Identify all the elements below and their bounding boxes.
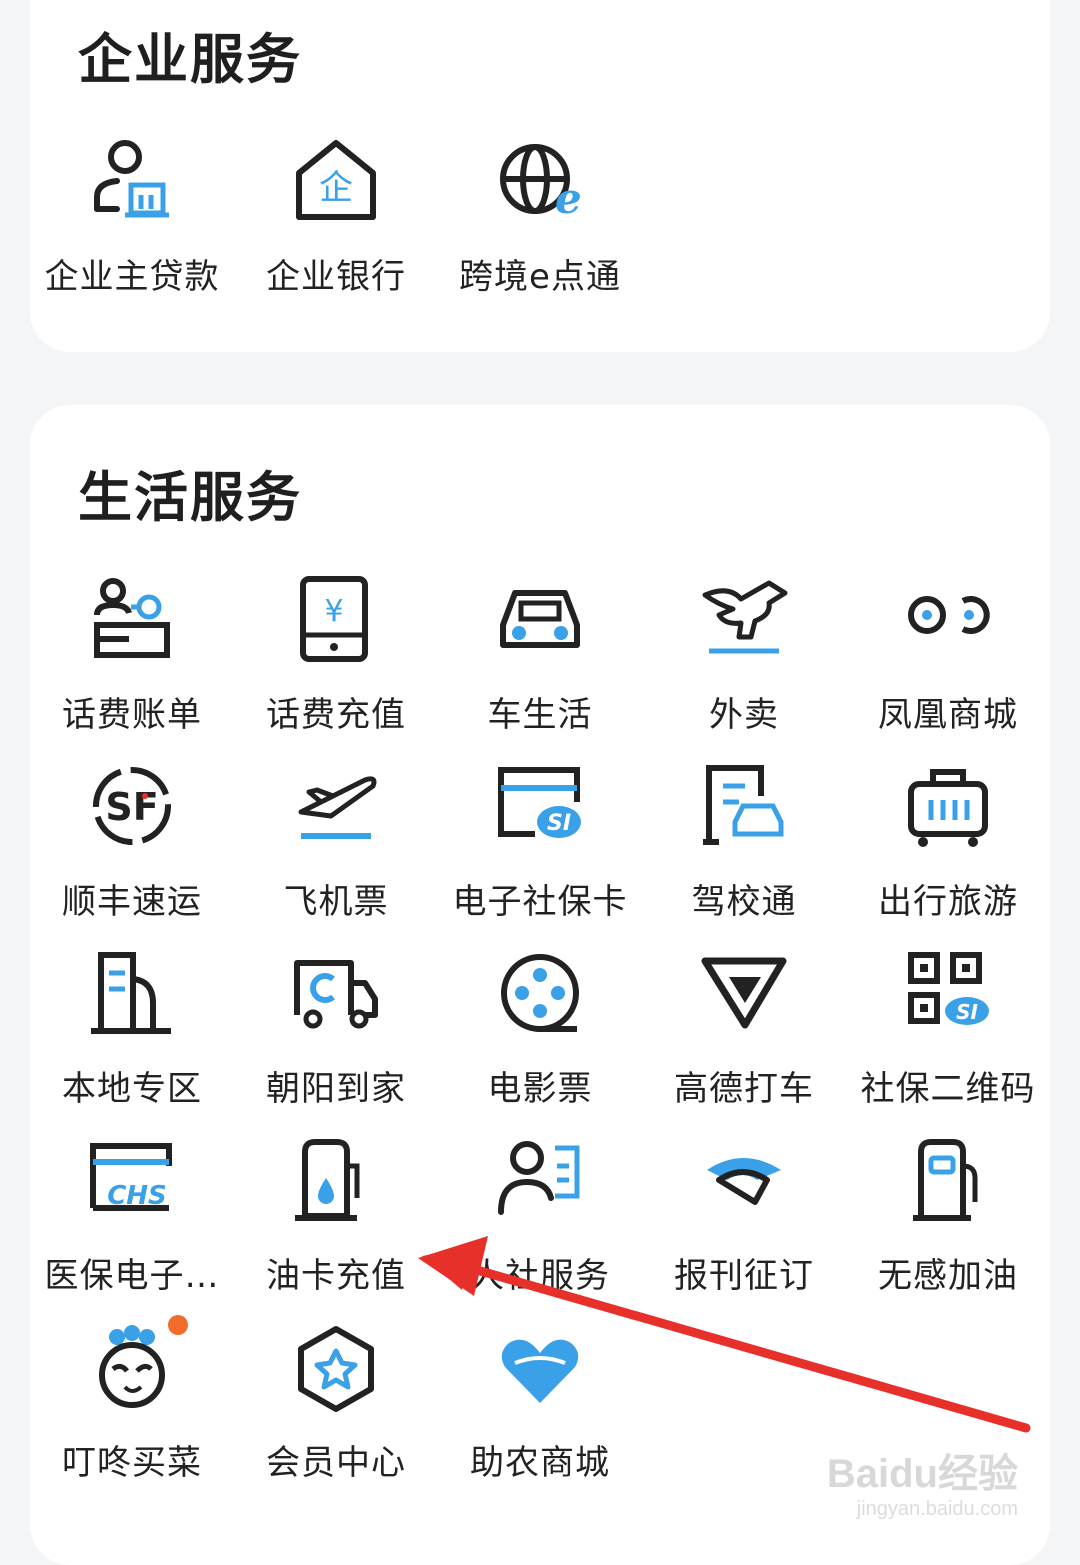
watermark-brand: Baidu经验	[826, 1452, 1018, 1496]
building-icon	[87, 949, 177, 1039]
delivery-truck-icon	[291, 949, 381, 1039]
service-item-air-ticket[interactable]: 飞机票	[234, 762, 438, 932]
service-item-e-social-card[interactable]: SI 电子社保卡	[438, 762, 642, 932]
service-label: 医保电子…	[44, 1256, 220, 1296]
svg-text:e: e	[555, 174, 582, 223]
service-item-phone-topup[interactable]: ¥ 话费充值	[234, 575, 438, 745]
luggage-icon	[903, 762, 993, 852]
service-label: 电影票	[487, 1069, 593, 1109]
section-title: 生活服务	[78, 466, 302, 529]
service-item-cross-border[interactable]: e 跨境e点通	[438, 137, 642, 307]
service-label: 企业银行	[266, 257, 406, 297]
gas-pump-icon	[903, 1136, 993, 1226]
enterprise-services-card: 企业服务 企业主贷款 企 企业银行 e 跨境e点通	[30, 0, 1050, 352]
enterprise-bank-icon: 企	[291, 137, 381, 227]
life-services-card: 生活服务 话费账单 ¥ 话费充值 车生活 外卖 凤凰商城 SF 顺丰速运 飞机票…	[30, 405, 1050, 1565]
driving-school-icon	[699, 762, 789, 852]
svg-text:SI: SI	[547, 811, 571, 836]
service-item-chaoyang-home[interactable]: 朝阳到家	[234, 949, 438, 1119]
fuel-card-icon	[291, 1136, 381, 1226]
service-item-dingdong[interactable]: 叮咚买菜	[30, 1315, 234, 1493]
service-label: 报刊征订	[674, 1256, 814, 1296]
service-item-agri-mall[interactable]: 助农商城	[438, 1323, 642, 1493]
service-label: 顺丰速运	[62, 882, 202, 922]
svg-text:SI: SI	[956, 1000, 978, 1024]
service-item-newspaper[interactable]: 报刊征订	[642, 1136, 846, 1306]
loan-icon	[87, 137, 177, 227]
service-item-movie-ticket[interactable]: 电影票	[438, 949, 642, 1119]
car-icon	[495, 575, 585, 665]
phoenix-mall-icon	[903, 575, 993, 665]
service-item-auto-refuel[interactable]: 无感加油	[846, 1136, 1050, 1306]
service-label: 话费账单	[62, 695, 202, 735]
service-label: 跨境e点通	[459, 257, 621, 297]
service-label: 朝阳到家	[266, 1069, 406, 1109]
watermark-url: jingyan.baidu.com	[856, 1498, 1018, 1520]
svg-text:SF: SF	[105, 785, 158, 829]
newspaper-icon	[699, 1136, 789, 1226]
airplane-icon	[291, 762, 381, 852]
service-label: 企业主贷款	[44, 257, 220, 297]
service-label: 会员中心	[266, 1443, 406, 1483]
service-label: 飞机票	[283, 882, 389, 922]
member-star-icon	[291, 1323, 381, 1413]
takeout-icon	[699, 575, 789, 665]
service-item-phone-bill[interactable]: 话费账单	[30, 575, 234, 745]
service-item-enterprise-bank[interactable]: 企 企业银行	[234, 137, 438, 307]
sf-express-icon: SF	[87, 762, 177, 852]
notification-badge	[168, 1315, 188, 1335]
phone-bill-icon	[87, 575, 177, 665]
service-label: 出行旅游	[878, 882, 1018, 922]
service-label: 油卡充值	[266, 1256, 406, 1296]
service-item-enterprise-loan[interactable]: 企业主贷款	[30, 137, 234, 307]
svg-text:企: 企	[319, 168, 353, 208]
service-label: 车生活	[487, 695, 593, 735]
dingdong-icon	[87, 1323, 177, 1413]
service-label: 外卖	[709, 695, 779, 735]
service-label: 话费充值	[266, 695, 406, 735]
phone-topup-icon: ¥	[291, 575, 381, 665]
service-label: 本地专区	[62, 1069, 202, 1109]
qr-code-icon: SI	[903, 949, 993, 1039]
service-label: 叮咚买菜	[62, 1443, 202, 1483]
service-item-amap-taxi[interactable]: 高德打车	[642, 949, 846, 1119]
service-item-fuel-card[interactable]: 油卡充值	[234, 1136, 438, 1306]
service-item-local-zone[interactable]: 本地专区	[30, 949, 234, 1119]
film-reel-icon	[495, 949, 585, 1039]
social-security-card-icon: SI	[495, 762, 585, 852]
service-label: 凤凰商城	[878, 695, 1018, 735]
service-item-member-center[interactable]: 会员中心	[234, 1323, 438, 1493]
service-label: 无感加油	[878, 1256, 1018, 1296]
svg-text:¥: ¥	[324, 594, 343, 629]
service-item-takeout[interactable]: 外卖	[642, 575, 846, 745]
medical-insurance-card-icon: CHS	[87, 1136, 177, 1226]
service-label: 电子社保卡	[452, 882, 628, 922]
service-item-phoenix-mall[interactable]: 凤凰商城	[846, 575, 1050, 745]
service-label: 高德打车	[674, 1069, 814, 1109]
service-item-car-life[interactable]: 车生活	[438, 575, 642, 745]
hr-service-icon	[495, 1136, 585, 1226]
service-label: 人社服务	[470, 1256, 610, 1296]
service-label: 驾校通	[691, 882, 797, 922]
amap-taxi-icon	[699, 949, 789, 1039]
service-item-sf-express[interactable]: SF 顺丰速运	[30, 762, 234, 932]
heart-hands-icon	[495, 1323, 585, 1413]
service-item-hr-service[interactable]: 人社服务	[438, 1136, 642, 1306]
service-item-medical-card[interactable]: CHS 医保电子…	[30, 1136, 234, 1306]
cross-border-icon: e	[495, 137, 585, 227]
service-label: 助农商城	[470, 1443, 610, 1483]
service-item-driving-school[interactable]: 驾校通	[642, 762, 846, 932]
service-item-social-qr[interactable]: SI 社保二维码	[846, 949, 1050, 1119]
service-item-travel[interactable]: 出行旅游	[846, 762, 1050, 932]
section-title: 企业服务	[78, 28, 302, 91]
service-label: 社保二维码	[860, 1069, 1036, 1109]
